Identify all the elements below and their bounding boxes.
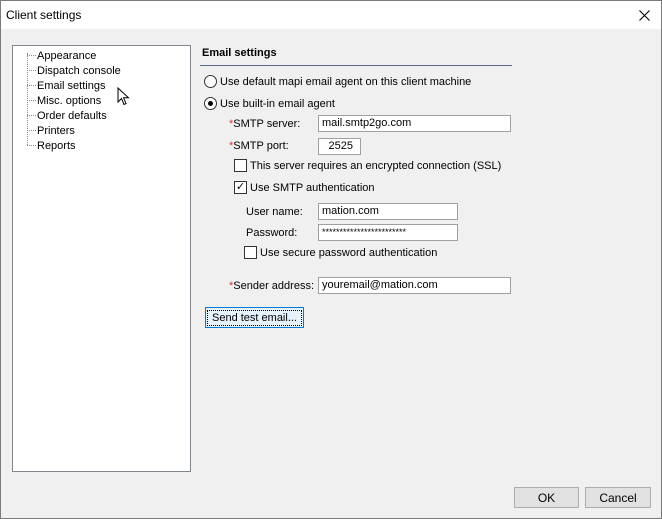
radio-default-mapi[interactable]: Use default mapi email agent on this cli… xyxy=(204,75,471,88)
close-button[interactable] xyxy=(629,3,659,27)
ok-button[interactable]: OK xyxy=(514,487,579,508)
window-title: Client settings xyxy=(6,8,82,22)
check-mark-icon: ✓ xyxy=(235,181,246,193)
tree-item-printers[interactable]: Printers xyxy=(27,123,75,138)
tree-item-label: Dispatch console xyxy=(37,64,121,77)
tree-item-order-defaults[interactable]: Order defaults xyxy=(27,108,107,123)
spa-label: Use secure password authentication xyxy=(260,246,438,259)
spa-checkbox[interactable] xyxy=(244,246,257,259)
spa-checkbox-row[interactable]: Use secure password authentication xyxy=(244,246,437,259)
smtp-auth-checkbox-row[interactable]: ✓ Use SMTP authentication xyxy=(234,181,375,194)
tree-item-email-settings[interactable]: Email settings xyxy=(27,78,105,93)
tree-item-misc-options[interactable]: Misc. options xyxy=(27,93,101,108)
smtp-port-input[interactable]: 2525 xyxy=(318,138,361,155)
tree-item-label: Order defaults xyxy=(37,109,107,122)
ssl-checkbox[interactable] xyxy=(234,159,247,172)
username-label: User name: xyxy=(246,206,303,218)
client-settings-window: Client settings Appearance Dispatch cons… xyxy=(0,0,662,519)
close-icon xyxy=(638,9,650,21)
cancel-button[interactable]: Cancel xyxy=(585,487,651,508)
settings-tree[interactable]: Appearance Dispatch console Email settin… xyxy=(12,45,191,472)
ssl-label: This server requires an encrypted connec… xyxy=(250,159,502,172)
tree-item-label: Reports xyxy=(37,139,76,152)
radio-button[interactable] xyxy=(204,75,217,88)
tree-item-reports[interactable]: Reports xyxy=(27,138,76,153)
radio-builtin-agent-label: Use built-in email agent xyxy=(220,97,335,110)
section-divider xyxy=(200,65,512,66)
smtp-port-label: *SMTP port: xyxy=(229,140,289,152)
mouse-pointer-icon xyxy=(117,87,130,106)
cancel-label: Cancel xyxy=(599,490,637,505)
radio-selected-dot xyxy=(208,101,213,106)
username-input[interactable]: mation.com xyxy=(318,203,458,220)
ssl-checkbox-row[interactable]: This server requires an encrypted connec… xyxy=(234,159,501,172)
smtp-auth-checkbox[interactable]: ✓ xyxy=(234,181,247,194)
radio-default-mapi-label: Use default mapi email agent on this cli… xyxy=(220,75,472,88)
radio-button-selected[interactable] xyxy=(204,97,217,110)
title-bar: Client settings xyxy=(1,1,661,29)
sender-address-label: *Sender address: xyxy=(229,280,314,292)
send-test-email-label: Send test email... xyxy=(207,309,302,326)
tree-item-dispatch-console[interactable]: Dispatch console xyxy=(27,63,121,78)
password-label: Password: xyxy=(246,227,298,239)
tree-item-label: Email settings xyxy=(37,79,106,92)
tree-item-label: Appearance xyxy=(37,49,97,62)
ok-label: OK xyxy=(537,490,556,505)
tree-item-label: Misc. options xyxy=(37,94,102,107)
radio-builtin-agent[interactable]: Use built-in email agent xyxy=(204,97,335,110)
tree-item-appearance[interactable]: Appearance xyxy=(27,48,96,63)
smtp-server-input[interactable]: mail.smtp2go.com xyxy=(318,115,511,132)
smtp-server-label: *SMTP server: xyxy=(229,118,301,130)
sender-address-input[interactable]: youremail@mation.com xyxy=(318,277,511,294)
smtp-auth-label: Use SMTP authentication xyxy=(250,181,375,194)
section-title: Email settings xyxy=(202,47,277,59)
tree-item-label: Printers xyxy=(37,124,75,137)
send-test-email-button[interactable]: Send test email... xyxy=(205,307,304,328)
password-input[interactable]: ************************ xyxy=(318,224,458,241)
